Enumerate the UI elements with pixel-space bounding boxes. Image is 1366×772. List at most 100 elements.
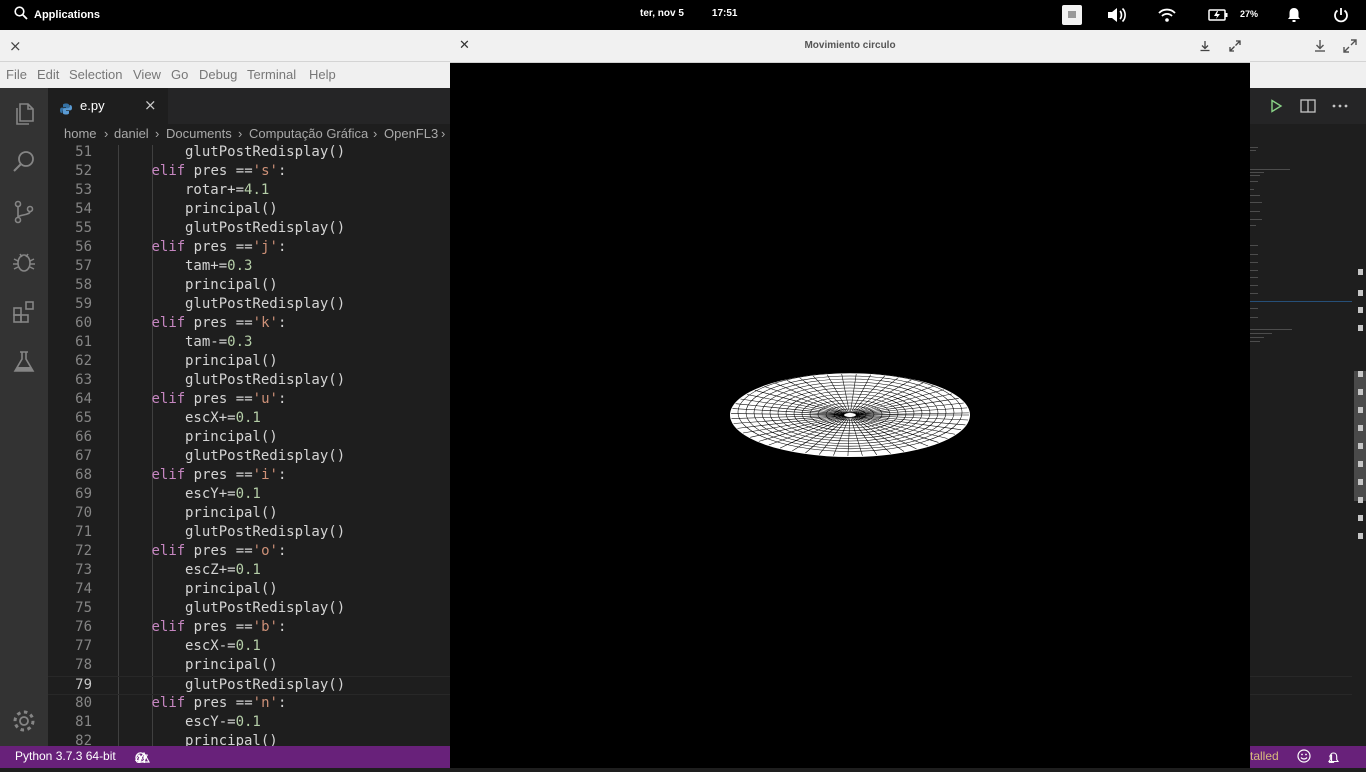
top-panel: Applications ter, nov 5 17:51 27% bbox=[0, 0, 1366, 30]
code-token: pres == bbox=[185, 695, 253, 711]
breadcrumb-item[interactable]: OpenFL3 bbox=[384, 126, 438, 141]
code-token: principal() bbox=[185, 277, 278, 293]
breadcrumb-item[interactable]: Documents bbox=[166, 126, 232, 141]
download-icon[interactable] bbox=[1197, 38, 1213, 54]
close-tab-icon[interactable]: × bbox=[144, 96, 157, 114]
split-editor-icon[interactable] bbox=[1297, 95, 1319, 117]
code-text: principal() bbox=[185, 657, 278, 673]
code-token: 0.1 bbox=[235, 410, 261, 426]
code-text: elif pres =='s': bbox=[152, 163, 287, 179]
gl-window-titlebar[interactable]: ✕ Movimiento circulo bbox=[450, 30, 1250, 63]
battery-percent: 27% bbox=[1240, 9, 1259, 19]
tab-e-py[interactable]: e.py × bbox=[48, 88, 168, 124]
code-token: escZ+= bbox=[185, 562, 236, 578]
menu-terminal[interactable]: Terminal bbox=[247, 67, 296, 82]
code-token: 's' bbox=[252, 163, 278, 179]
line-number: 56 bbox=[75, 239, 92, 255]
line-number: 71 bbox=[75, 524, 92, 540]
feedback-smiley-icon[interactable] bbox=[1297, 749, 1311, 766]
menu-go[interactable]: Go bbox=[171, 67, 188, 82]
extensions-icon[interactable] bbox=[10, 298, 38, 326]
maximize-icon[interactable] bbox=[1227, 38, 1243, 54]
line-number: 62 bbox=[75, 353, 92, 369]
power-icon[interactable] bbox=[1331, 5, 1351, 25]
minimap-viewport bbox=[1250, 301, 1352, 302]
code-token: escX+= bbox=[185, 410, 236, 426]
menu-view[interactable]: View bbox=[133, 67, 161, 82]
code-token: principal() bbox=[185, 353, 278, 369]
breadcrumb-item[interactable]: home bbox=[64, 126, 97, 141]
chevron-right-icon: › bbox=[373, 126, 378, 141]
status-message: talled bbox=[1250, 749, 1279, 763]
code-text: principal() bbox=[185, 201, 278, 217]
code-token: 'n' bbox=[252, 695, 278, 711]
line-number: 82 bbox=[75, 733, 92, 746]
run-icon[interactable] bbox=[1265, 95, 1287, 117]
code-token: elif bbox=[151, 619, 186, 635]
code-token: elif bbox=[151, 239, 186, 255]
code-token: 'u' bbox=[252, 391, 278, 407]
line-number: 59 bbox=[75, 296, 92, 312]
files-icon[interactable] bbox=[10, 100, 38, 128]
applications-menu[interactable]: Applications bbox=[14, 6, 100, 23]
code-token: pres == bbox=[185, 315, 253, 331]
line-number: 68 bbox=[75, 467, 92, 483]
search-icon[interactable] bbox=[10, 148, 38, 176]
line-number: 52 bbox=[75, 163, 92, 179]
clock[interactable]: ter, nov 5 17:51 bbox=[640, 8, 737, 19]
code-text: escY-=0.1 bbox=[185, 714, 261, 730]
code-text: elif pres =='k': bbox=[152, 315, 287, 331]
code-token: glutPostRedisplay() bbox=[185, 600, 346, 616]
line-number: 73 bbox=[75, 562, 92, 578]
line-number: 67 bbox=[75, 448, 92, 464]
code-token: 'o' bbox=[252, 543, 278, 559]
code-text: escX+=0.1 bbox=[185, 410, 261, 426]
line-number: 76 bbox=[75, 619, 92, 635]
vertical-scrollbar[interactable] bbox=[1352, 145, 1366, 746]
line-number: 64 bbox=[75, 391, 92, 407]
wifi-icon[interactable] bbox=[1156, 5, 1178, 25]
code-token: 0.3 bbox=[227, 258, 253, 274]
code-token: glutPostRedisplay() bbox=[185, 448, 346, 464]
restore-icon[interactable] bbox=[1343, 38, 1357, 57]
code-token: : bbox=[277, 695, 287, 711]
code-token: 0.1 bbox=[235, 714, 261, 730]
settings-gear-icon[interactable] bbox=[10, 707, 38, 735]
gl-canvas[interactable] bbox=[450, 63, 1250, 768]
applications-label: Applications bbox=[34, 8, 101, 21]
menu-edit[interactable]: Edit bbox=[37, 67, 59, 82]
breadcrumb-item[interactable]: Computação Gráfica bbox=[249, 126, 368, 141]
close-icon[interactable]: × bbox=[9, 37, 22, 55]
breadcrumb-item[interactable]: daniel bbox=[114, 126, 149, 141]
battery-charging-icon[interactable] bbox=[1207, 5, 1229, 25]
menu-file[interactable]: File bbox=[6, 67, 27, 82]
code-token: pres == bbox=[185, 467, 253, 483]
chevron-right-icon: › bbox=[155, 126, 160, 141]
menu-help[interactable]: Help bbox=[309, 67, 336, 82]
volume-icon[interactable] bbox=[1106, 5, 1128, 25]
warning-count: 47 bbox=[135, 752, 149, 766]
code-token: elif bbox=[151, 391, 186, 407]
source-control-icon[interactable] bbox=[10, 198, 38, 226]
menu-selection[interactable]: Selection bbox=[69, 67, 122, 82]
minimap[interactable] bbox=[1250, 145, 1354, 746]
download-icon[interactable] bbox=[1313, 38, 1327, 57]
python-interpreter[interactable]: Python 3.7.3 64-bit bbox=[15, 749, 116, 763]
more-actions-icon[interactable] bbox=[1329, 95, 1351, 117]
line-number: 54 bbox=[75, 201, 92, 217]
code-text: glutPostRedisplay() bbox=[185, 145, 345, 160]
code-text: glutPostRedisplay() bbox=[185, 524, 345, 540]
code-token: pres == bbox=[185, 391, 253, 407]
flask-icon[interactable] bbox=[10, 348, 38, 376]
line-number: 65 bbox=[75, 410, 92, 426]
code-text: glutPostRedisplay() bbox=[185, 677, 345, 693]
bell-icon[interactable] bbox=[1284, 5, 1304, 25]
wireframe-disc bbox=[730, 372, 970, 457]
code-token: 0.1 bbox=[235, 562, 261, 578]
code-token: 'i' bbox=[252, 467, 278, 483]
menu-debug[interactable]: Debug bbox=[199, 67, 237, 82]
debug-icon[interactable] bbox=[10, 248, 38, 276]
indicator-icon[interactable] bbox=[1061, 5, 1083, 25]
code-token: principal() bbox=[185, 657, 278, 673]
code-token: glutPostRedisplay() bbox=[185, 145, 346, 160]
